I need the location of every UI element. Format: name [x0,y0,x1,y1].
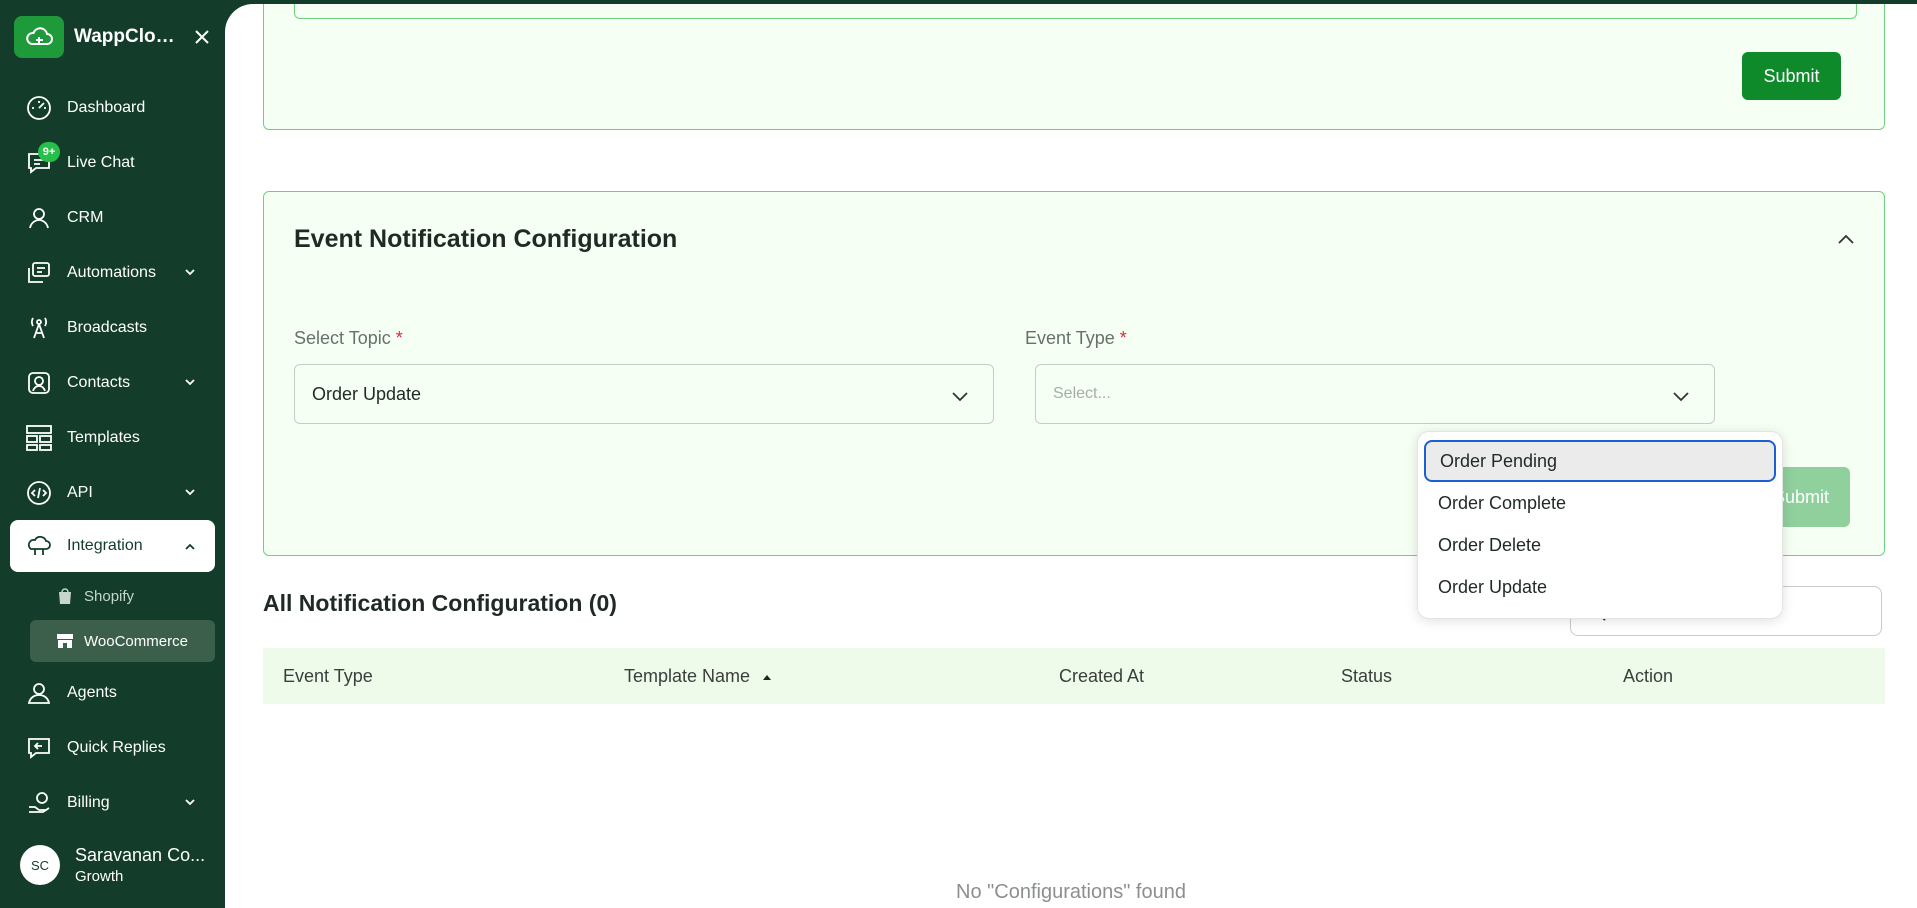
user-name: Saravanan Co... [75,845,206,865]
chevron-down-icon [185,379,195,386]
sidebar-item-label: Contacts [67,373,131,391]
integration-cloud-icon [24,531,54,561]
dashboard-gauge-icon [24,93,54,123]
contacts-icon [24,368,54,398]
sidebar-item-label: Dashboard [67,98,146,116]
templates-grid-icon [24,423,54,453]
live-chat-badge: 9+ [38,141,60,162]
brand: WappCloud... [14,16,214,58]
sidebar-item-templates[interactable]: Templates [0,410,225,465]
chevron-down-icon [185,489,195,496]
brand-name: WappCloud... [74,26,186,47]
select-topic-label: Select Topic * [294,328,403,348]
sidebar-item-agents[interactable]: Agents [0,665,225,720]
sidebar-item-label: Automations [67,263,156,281]
billing-icon [24,788,54,818]
sidebar-item-label: Templates [67,428,140,446]
close-icon [195,30,209,44]
store-icon [56,632,74,650]
sidebar-subitem-label: WooCommerce [84,632,188,650]
sidebar-item-dashboard[interactable]: Dashboard [0,80,225,135]
section-title: All Notification Configuration (0) [263,590,617,616]
shopping-bag-icon [56,587,74,605]
event-type-dropdown[interactable]: Select... [1035,364,1715,424]
sidebar-item-label: Agents [67,683,117,701]
sidebar-item-label: CRM [67,208,104,226]
sidebar: WappCloud... Dashboard 9+ Live Chat CRM … [0,0,225,908]
select-topic-value: Order Update [312,383,422,404]
quick-reply-icon [24,733,54,763]
automations-icon [24,258,54,288]
sidebar-item-billing[interactable]: Billing [0,775,225,830]
avatar: SC [20,845,60,885]
event-type-label: Event Type * [1025,328,1127,348]
broadcast-tower-icon [24,313,54,343]
chevron-up-icon [185,543,195,550]
sidebar-subitem-label: Shopify [84,587,135,605]
option-order-complete[interactable]: Order Complete [1424,482,1776,524]
option-order-pending[interactable]: Order Pending [1424,440,1776,482]
chevron-down-icon [1673,392,1689,402]
sidebar-item-automations[interactable]: Automations [0,245,225,300]
event-type-options-menu: Order Pending Order Complete Order Delet… [1417,431,1783,619]
cloud-logo-icon [14,16,64,58]
sidebar-item-integration[interactable]: Integration [10,520,215,572]
sidebar-item-crm[interactable]: CRM [0,190,225,245]
chevron-down-icon [952,392,968,402]
sidebar-item-label: Billing [67,793,110,811]
option-order-delete[interactable]: Order Delete [1424,524,1776,566]
option-order-update[interactable]: Order Update [1424,566,1776,608]
card-title: Event Notification Configuration [294,225,678,253]
empty-state-text: No "Configurations" found [956,881,1186,903]
sidebar-item-label: Integration [67,537,143,554]
user-profile[interactable]: SC Saravanan Co... Growth [20,845,210,885]
sidebar-subitem-woocommerce[interactable]: WooCommerce [30,620,215,662]
sidebar-item-live-chat[interactable]: 9+ Live Chat [0,135,225,190]
column-header-template-name[interactable]: Template Name [624,666,774,687]
sidebar-item-label: Broadcasts [67,318,148,336]
sidebar-item-api[interactable]: API [0,465,225,520]
select-topic-dropdown[interactable]: Order Update [294,364,994,424]
event-type-placeholder: Select... [1053,385,1111,402]
config-card-top: Submit [263,4,1885,130]
submit-button-top[interactable]: Submit [1742,52,1841,100]
sort-ascending-icon [763,674,772,680]
crm-people-icon [24,203,54,233]
sidebar-nav: Dashboard 9+ Live Chat CRM Automations B… [0,80,225,830]
column-header-event-type[interactable]: Event Type [283,666,373,687]
sidebar-item-label: API [67,483,93,501]
table-header: Event Type Template Name Created At Stat… [263,648,1885,704]
column-header-created-at[interactable]: Created At [1059,666,1144,687]
chevron-down-icon [185,269,195,276]
chevron-up-icon[interactable] [1834,228,1858,252]
column-header-status[interactable]: Status [1341,666,1392,687]
sidebar-item-quick-replies[interactable]: Quick Replies [0,720,225,775]
user-plan: Growth [75,868,124,885]
chevron-down-icon [185,799,195,806]
sidebar-item-label: Live Chat [67,153,135,171]
chat-icon: 9+ [24,141,60,178]
sidebar-item-contacts[interactable]: Contacts [0,355,225,410]
sidebar-item-broadcasts[interactable]: Broadcasts [0,300,225,355]
sidebar-subitem-shopify[interactable]: Shopify [30,575,215,617]
close-sidebar-button[interactable] [190,25,214,49]
sidebar-item-label: Quick Replies [67,738,166,756]
top-input-field[interactable] [294,4,1857,19]
code-icon [24,478,54,508]
main-content: Submit Event Notification Configuration … [225,4,1917,908]
agents-icon [24,678,54,708]
column-header-action: Action [1623,666,1674,686]
